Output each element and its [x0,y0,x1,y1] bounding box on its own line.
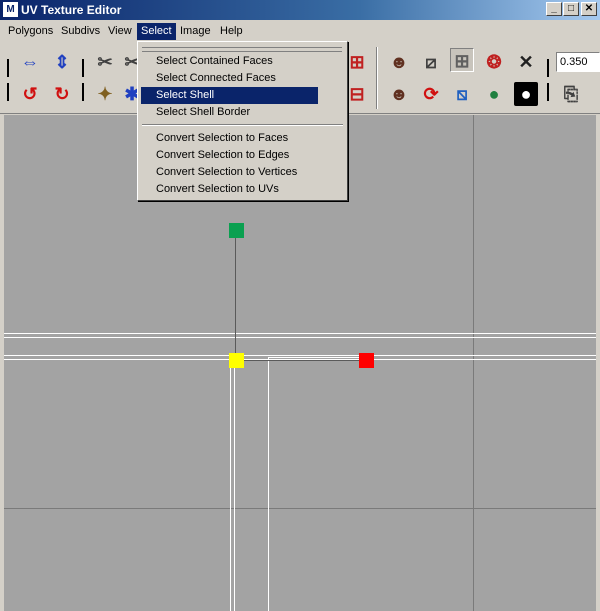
menu-item-convert-to-edges[interactable]: Convert Selection to Edges [141,147,318,164]
uv-edge [230,361,231,611]
menu-subdivs[interactable]: Subdivs [57,23,104,40]
grid-toggle-icon[interactable]: ⊞ [450,48,474,72]
menu-view[interactable]: View [104,23,136,40]
cut-uv-icon[interactable]: ✂ [93,50,117,74]
tear-off-bar[interactable] [142,47,342,52]
menu-item-select-shell[interactable]: Select Shell [141,87,318,104]
checker-icon[interactable]: ✕ [514,50,538,74]
uv-edge-selected [235,237,236,355]
uv-edge-selected [240,360,360,361]
grid-line-horizontal [0,508,600,509]
uv-point-yellow[interactable] [229,353,244,368]
snap-icon[interactable]: ❂ [482,50,506,74]
maximize-button[interactable]: □ [563,2,579,16]
gamma-input[interactable]: 0.350 [556,52,600,72]
menu-item-convert-to-faces[interactable]: Convert Selection to Faces [141,130,318,147]
uv-edge [4,337,596,338]
uv-edge [268,357,360,358]
title-bar: M UV Texture Editor _ □ ✕ [0,0,600,20]
toolbar-divider-3 [547,59,549,77]
rotate-cw-icon[interactable]: ↻ [50,82,74,106]
texture-face-icon[interactable]: ⧄ [419,50,443,74]
close-button[interactable]: ✕ [581,2,597,16]
move-sew-icon[interactable]: ✦ [93,82,117,106]
flip-horizontal-icon[interactable]: ⇔ [18,50,42,74]
ratio-icon[interactable]: ⧅ [450,82,474,106]
menu-item-select-contained-faces[interactable]: Select Contained Faces [141,53,318,70]
toolbar-divider [82,59,84,77]
toolbar-grip-2[interactable] [7,83,9,101]
uv-point-green[interactable] [229,223,244,238]
refresh-icon[interactable]: ⟳ [419,82,443,106]
toolbar-divider-2 [82,83,84,101]
color-sphere-icon[interactable]: ● [482,82,506,106]
uv-edge [4,333,596,334]
maya-logo-icon: M [3,2,18,17]
menu-polygons[interactable]: Polygons [4,23,57,40]
menu-bar: Polygons Subdivs View Select Image Help [0,21,600,41]
shaded-face-icon[interactable]: ☻ [387,82,411,106]
menu-image[interactable]: Image [176,23,215,40]
minimize-button[interactable]: _ [546,2,562,16]
canvas-frame-left [0,115,4,611]
menu-item-select-shell-border[interactable]: Select Shell Border [141,104,318,121]
toolbar-grip[interactable] [7,59,9,77]
select-menu-dropdown: Select Contained Faces Select Connected … [137,41,348,201]
grid-line-vertical [473,115,474,611]
menu-item-convert-to-uvs[interactable]: Convert Selection to UVs [141,181,318,198]
window-title: UV Texture Editor [21,3,122,17]
uv-edge [234,361,235,611]
uv-edge [268,357,269,611]
face-icon[interactable]: ☻ [387,50,411,74]
copy-icon[interactable]: ⎘ [559,82,583,106]
canvas-frame-right [596,115,600,611]
toolbar-divider-4 [547,83,549,101]
rotate-ccw-icon[interactable]: ↺ [18,82,42,106]
menu-help[interactable]: Help [216,23,247,40]
white-sphere-icon[interactable]: ● [514,82,538,106]
menu-item-select-connected-faces[interactable]: Select Connected Faces [141,70,318,87]
menu-separator [142,124,343,126]
flip-vertical-icon[interactable]: ⇕ [50,50,74,74]
grid-add-icon[interactable]: ⊞ [345,50,369,74]
menu-item-convert-to-vertices[interactable]: Convert Selection to Vertices [141,164,318,181]
grid-remove-icon[interactable]: ⊟ [345,82,369,106]
uv-edge [4,355,596,356]
toolbar-separator [376,47,378,109]
uv-point-red[interactable] [359,353,374,368]
menu-select[interactable]: Select [137,23,176,40]
